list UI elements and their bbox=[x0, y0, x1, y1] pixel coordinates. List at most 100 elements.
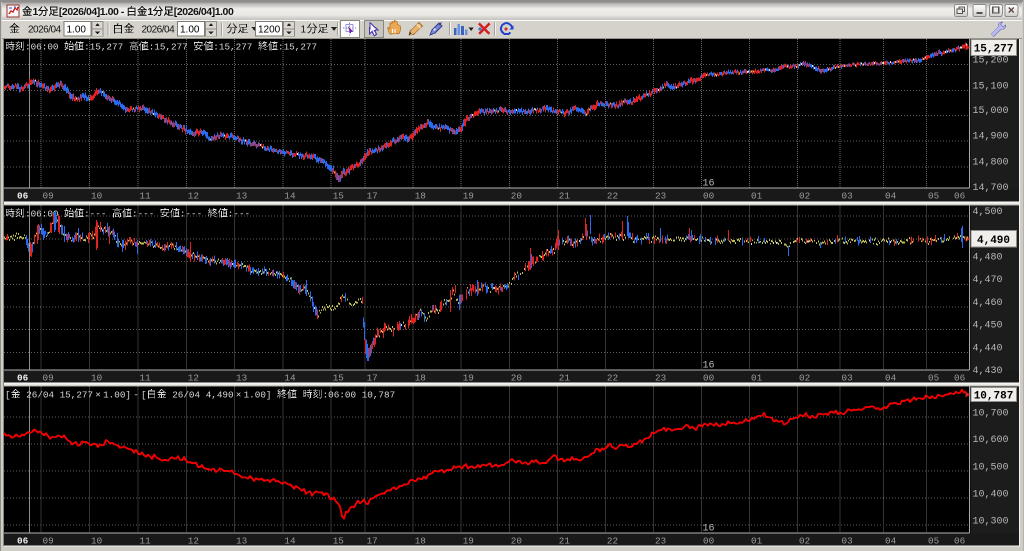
svg-text:22: 22 bbox=[607, 535, 618, 546]
svg-text:03: 03 bbox=[842, 190, 853, 201]
svg-text:22: 22 bbox=[607, 190, 618, 201]
svg-text:15: 15 bbox=[333, 535, 344, 546]
svg-text:23: 23 bbox=[655, 372, 666, 383]
svg-text:18: 18 bbox=[415, 372, 426, 383]
svg-text:10,300: 10,300 bbox=[973, 516, 1009, 527]
svg-text:21: 21 bbox=[559, 372, 571, 383]
svg-text:03: 03 bbox=[842, 372, 853, 383]
svg-text:1: 1 bbox=[147, 6, 153, 18]
svg-text:11: 11 bbox=[140, 372, 152, 383]
svg-text:09: 09 bbox=[43, 372, 54, 383]
svg-text:1.00: 1.00 bbox=[180, 25, 200, 36]
svg-text:16: 16 bbox=[703, 179, 715, 190]
svg-text:15: 15 bbox=[333, 372, 344, 383]
svg-text:-: - bbox=[133, 390, 139, 401]
svg-text::15,277: :15,277 bbox=[278, 42, 317, 53]
svg-text::06:00: :06:00 bbox=[25, 42, 58, 53]
svg-text:01: 01 bbox=[751, 372, 763, 383]
svg-text:20: 20 bbox=[511, 372, 522, 383]
svg-text:13: 13 bbox=[236, 535, 247, 546]
svg-text:4,460: 4,460 bbox=[973, 298, 1003, 309]
svg-text:02: 02 bbox=[799, 190, 810, 201]
svg-text:06: 06 bbox=[954, 190, 965, 201]
svg-text:×: × bbox=[95, 390, 101, 401]
svg-text:10: 10 bbox=[91, 535, 102, 546]
svg-text:10,500: 10,500 bbox=[973, 462, 1009, 473]
svg-text:14: 14 bbox=[284, 372, 296, 383]
svg-text:4,480: 4,480 bbox=[973, 253, 1003, 264]
svg-text:21: 21 bbox=[559, 190, 571, 201]
svg-text:15,100: 15,100 bbox=[973, 82, 1009, 93]
svg-text:16: 16 bbox=[703, 361, 715, 372]
svg-text:19: 19 bbox=[463, 372, 474, 383]
svg-text:11: 11 bbox=[140, 535, 152, 546]
svg-text:10: 10 bbox=[91, 190, 102, 201]
svg-text:15,277: 15,277 bbox=[60, 390, 93, 401]
svg-text:22: 22 bbox=[607, 372, 618, 383]
svg-text:4,490: 4,490 bbox=[206, 390, 234, 401]
svg-text:15: 15 bbox=[333, 190, 344, 201]
svg-text:05: 05 bbox=[928, 190, 939, 201]
svg-text:15,277: 15,277 bbox=[974, 44, 1014, 56]
svg-text:10,787: 10,787 bbox=[974, 391, 1014, 403]
svg-text:09: 09 bbox=[43, 535, 54, 546]
svg-text:23: 23 bbox=[655, 535, 666, 546]
svg-text:10,787: 10,787 bbox=[362, 390, 395, 401]
svg-text::---: :--- bbox=[228, 209, 250, 220]
svg-text:1.00]: 1.00] bbox=[244, 390, 272, 401]
svg-text:1.00]: 1.00] bbox=[103, 390, 131, 401]
svg-text:4,440: 4,440 bbox=[973, 343, 1003, 354]
svg-text:06: 06 bbox=[954, 372, 965, 383]
svg-text:20: 20 bbox=[511, 535, 522, 546]
svg-text:10: 10 bbox=[91, 372, 102, 383]
svg-text:4,450: 4,450 bbox=[973, 321, 1003, 332]
svg-text:01: 01 bbox=[751, 190, 763, 201]
svg-text:21: 21 bbox=[559, 535, 571, 546]
svg-text:04: 04 bbox=[885, 190, 897, 201]
svg-text:12: 12 bbox=[188, 190, 199, 201]
svg-text:10,600: 10,600 bbox=[973, 435, 1009, 446]
svg-text::15,277: :15,277 bbox=[149, 42, 188, 53]
svg-text:13: 13 bbox=[236, 190, 247, 201]
svg-text:17: 17 bbox=[367, 190, 378, 201]
svg-text:19: 19 bbox=[463, 190, 474, 201]
svg-text:1.00: 1.00 bbox=[67, 25, 87, 36]
svg-text:[: [ bbox=[5, 390, 11, 401]
svg-text:[2026/04]1.00: [2026/04]1.00 bbox=[174, 6, 234, 18]
svg-text:26/04: 26/04 bbox=[172, 390, 200, 401]
svg-text:05: 05 bbox=[928, 535, 939, 546]
svg-text:2026/04: 2026/04 bbox=[142, 25, 176, 36]
svg-text:14,900: 14,900 bbox=[973, 132, 1009, 143]
svg-text:06: 06 bbox=[17, 190, 29, 201]
svg-text:06: 06 bbox=[17, 535, 29, 546]
svg-text::15,277: :15,277 bbox=[84, 42, 123, 53]
svg-text:14: 14 bbox=[284, 535, 296, 546]
svg-text:17: 17 bbox=[367, 372, 378, 383]
svg-text:1: 1 bbox=[33, 6, 39, 18]
svg-text:19: 19 bbox=[463, 535, 474, 546]
svg-text:20: 20 bbox=[511, 190, 522, 201]
svg-text:14,800: 14,800 bbox=[973, 157, 1009, 168]
svg-text::15,277: :15,277 bbox=[213, 42, 252, 53]
svg-text:04: 04 bbox=[885, 535, 897, 546]
svg-text:23: 23 bbox=[655, 190, 666, 201]
svg-text:12: 12 bbox=[188, 372, 199, 383]
svg-text:2026/04: 2026/04 bbox=[28, 25, 62, 36]
svg-text:18: 18 bbox=[415, 190, 426, 201]
svg-text::---: :--- bbox=[84, 209, 106, 220]
svg-text:4,500: 4,500 bbox=[973, 207, 1003, 218]
svg-text:16: 16 bbox=[703, 524, 715, 535]
svg-text:26/04: 26/04 bbox=[26, 390, 54, 401]
svg-text:18: 18 bbox=[415, 535, 426, 546]
svg-text:06: 06 bbox=[17, 372, 29, 383]
svg-text:10,700: 10,700 bbox=[973, 408, 1009, 419]
svg-text:[2026/04]1.00 -: [2026/04]1.00 - bbox=[59, 6, 125, 18]
svg-text:02: 02 bbox=[799, 535, 810, 546]
svg-text:4,470: 4,470 bbox=[973, 275, 1003, 286]
svg-text:09: 09 bbox=[43, 190, 54, 201]
svg-text:05: 05 bbox=[928, 372, 939, 383]
svg-text:11: 11 bbox=[140, 190, 152, 201]
svg-text:03: 03 bbox=[842, 535, 853, 546]
svg-text:00: 00 bbox=[703, 190, 714, 201]
svg-text:15,200: 15,200 bbox=[973, 56, 1009, 67]
